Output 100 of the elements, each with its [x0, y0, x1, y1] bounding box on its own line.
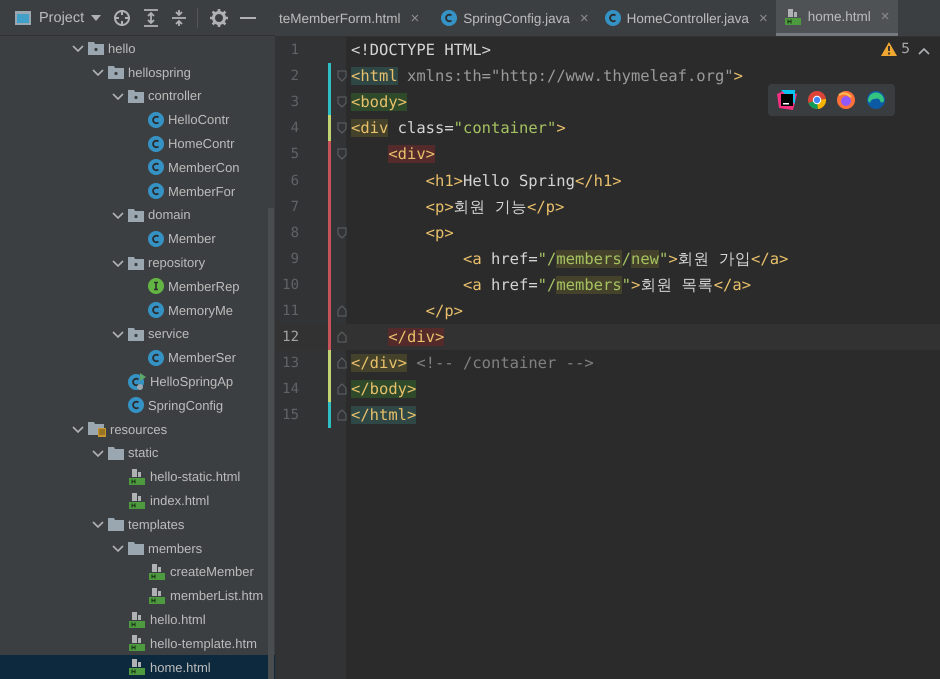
tree-item[interactable]: SpringConfig [0, 393, 275, 418]
code-line: <a href="/members/new">회원 가입</a> [462, 248, 788, 270]
fold-marker-icon[interactable] [337, 357, 347, 370]
package-folder-icon [128, 256, 144, 270]
expand-all-icon[interactable] [143, 8, 160, 27]
class-icon [148, 159, 164, 176]
html-file-icon [128, 634, 146, 652]
code-line: </div> <!-- /container --> [351, 353, 594, 374]
tree-item-label: controller [148, 88, 202, 104]
code-line: </p> [424, 300, 463, 322]
tree-item[interactable]: MemberCon [0, 155, 275, 180]
tree-item[interactable]: templates [0, 512, 275, 536]
fold-marker-icon[interactable] [337, 304, 347, 317]
html-file-icon [148, 562, 166, 581]
tree-item[interactable]: controller [0, 84, 275, 108]
code-line: <p> [424, 222, 454, 244]
folder-icon [128, 541, 144, 556]
tree-item[interactable]: repository [0, 250, 275, 274]
tree-item-label: hello.html [150, 612, 206, 627]
code-line: <div class="container"> [351, 118, 566, 140]
chevron-up-icon[interactable] [918, 47, 930, 55]
tree-item[interactable]: service [0, 322, 275, 346]
tree-item[interactable]: home.html [0, 655, 275, 679]
tree-item[interactable]: HelloContr [0, 108, 275, 132]
fold-marker-icon[interactable] [337, 96, 347, 108]
tree-item[interactable]: memberList.htm [0, 584, 275, 608]
firefox-icon[interactable] [836, 90, 856, 110]
line-number: 12 [281, 329, 299, 346]
editor-tab[interactable]: SpringConfig.java × [433, 0, 597, 36]
tree-item[interactable]: domain [0, 203, 275, 227]
locate-icon[interactable] [113, 8, 132, 27]
ide-logo-icon[interactable] [777, 90, 798, 110]
editor-tab[interactable]: HomeController.java × [596, 0, 776, 36]
close-tab-button[interactable]: × [410, 10, 420, 26]
tree-item[interactable]: members [0, 536, 275, 560]
fold-marker-icon[interactable] [337, 383, 347, 396]
class-icon [148, 302, 164, 318]
tree-item-label: members [148, 540, 202, 556]
settings-icon[interactable] [210, 8, 228, 27]
warning-count[interactable]: 5 [881, 41, 910, 57]
html-file-icon [128, 610, 146, 628]
tree-item[interactable]: HomeContr [0, 132, 275, 156]
tree-item-label: resources [110, 422, 168, 437]
tree-item[interactable]: MemberSer [0, 346, 275, 370]
editor-tab[interactable]: teMemberForm.html × [275, 0, 428, 36]
html-file-icon [128, 492, 146, 510]
tree-item[interactable]: MemberRep [0, 274, 275, 298]
class-icon [148, 136, 164, 152]
tree-item-label: HelloSpringAp [150, 374, 234, 390]
tree-item-label: MemoryMe [168, 302, 234, 318]
tree-item[interactable]: hellospring [0, 60, 275, 84]
tree-item[interactable]: static [0, 441, 275, 465]
class-icon [148, 230, 164, 247]
html-file-icon [128, 658, 146, 676]
tree-item[interactable]: Member [0, 226, 275, 251]
class-icon [148, 183, 164, 200]
edge-icon[interactable] [866, 90, 886, 110]
tree-item[interactable]: hello-template.htm [0, 631, 275, 656]
code-line: <p>회원 기능</p> [424, 196, 564, 218]
tree-item[interactable]: hello.html [0, 608, 275, 632]
caret-icon[interactable] [91, 14, 102, 21]
class-icon [441, 10, 458, 26]
fold-marker-icon[interactable] [337, 122, 347, 134]
application-class-icon [128, 372, 146, 391]
tree-item[interactable]: resources [0, 417, 275, 442]
tree-item-label: HelloContr [168, 112, 230, 128]
tree-item-label: repository [148, 255, 206, 270]
code-line: <a href="/members">회원 목록</a> [462, 274, 752, 296]
tree-item[interactable]: MemoryMe [0, 298, 275, 322]
tree-item-label: static [128, 445, 158, 460]
editor-tab[interactable]: home.html × [776, 0, 898, 36]
tree-item[interactable]: hello [0, 36, 275, 60]
tree-item-label: Member [168, 231, 216, 246]
fold-marker-icon[interactable] [337, 148, 347, 160]
tree-item-label: domain [148, 207, 191, 222]
fold-marker-icon[interactable] [337, 226, 347, 239]
tree-item[interactable]: MemberFor [0, 179, 275, 204]
tree-item-label: hello [108, 40, 136, 56]
tree-item[interactable]: HelloSpringAp [0, 370, 275, 394]
fold-marker-icon[interactable] [337, 70, 347, 82]
fold-marker-icon[interactable] [337, 409, 347, 422]
tree-item-label: createMember [170, 564, 254, 580]
project-view-dropdown[interactable]: Project [39, 10, 84, 26]
tree-item[interactable]: index.html [0, 488, 275, 512]
chrome-icon[interactable] [806, 90, 827, 110]
fold-marker-icon[interactable] [337, 331, 347, 344]
tree-item[interactable]: hello-static.html [0, 464, 275, 489]
tree-item-label: service [148, 326, 190, 342]
warning-icon [881, 42, 898, 56]
folder-icon [108, 517, 124, 532]
tree-item-label: hello-template.htm [150, 636, 257, 651]
close-tab-button[interactable]: × [580, 10, 589, 26]
tree-item[interactable]: createMember [0, 560, 275, 584]
collapse-all-icon[interactable] [171, 8, 188, 27]
code-line: <html xmlns:th="http://www.thymeleaf.org"> [351, 66, 743, 88]
scrollbar-thumb[interactable] [268, 208, 274, 679]
html-file-icon [784, 8, 802, 26]
tree-item-label: hellospring [128, 64, 191, 80]
close-tab-button[interactable]: × [758, 10, 768, 26]
tree-item-label: home.html [150, 660, 211, 675]
